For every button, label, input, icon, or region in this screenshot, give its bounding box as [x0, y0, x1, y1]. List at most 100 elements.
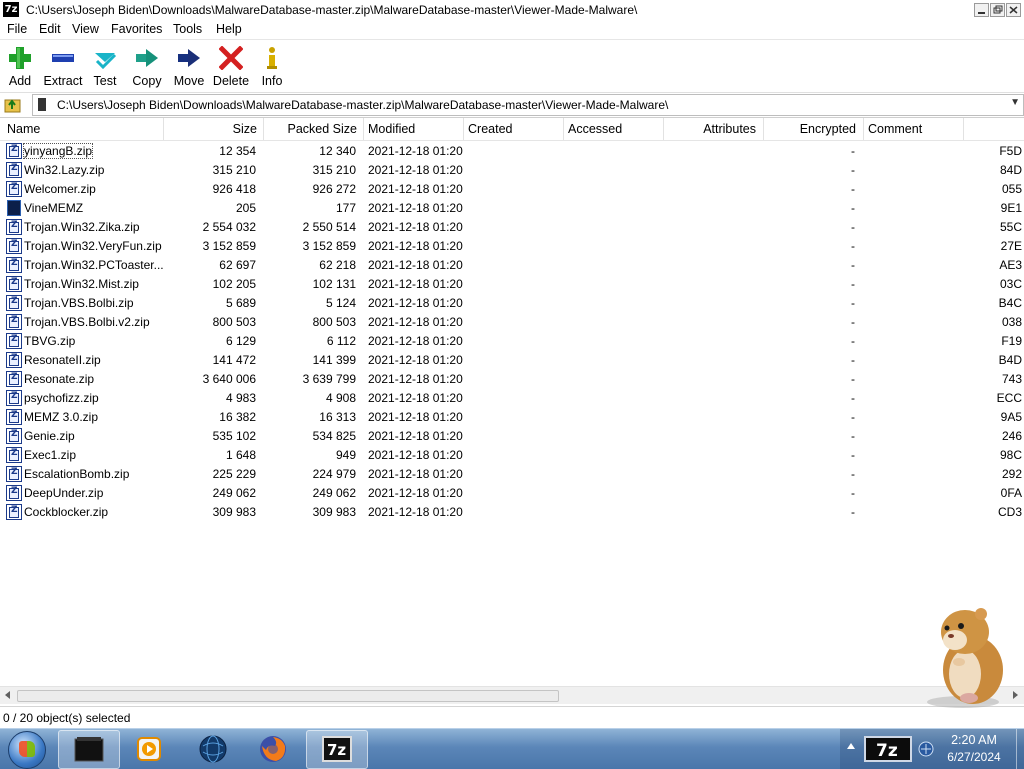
file-row[interactable]: Trojan.Win32.PCToaster... 62 697 62 218 202… [0, 256, 1024, 275]
file-row[interactable]: ResonateII.zip 141 472 141 399 2021-12-18 0… [0, 351, 1024, 370]
file-row[interactable]: DeepUnder.zip 249 062 249 062 2021-12-18 01… [0, 484, 1024, 503]
menu-view[interactable]: View [72, 22, 99, 36]
column-separator[interactable] [163, 118, 164, 140]
column-size[interactable]: Size [233, 122, 257, 136]
file-size: 3 152 859 [202, 239, 256, 253]
close-button[interactable] [1006, 3, 1021, 17]
clock-time[interactable]: 2:20 AM [938, 733, 1010, 747]
file-row[interactable]: Exec1.zip 1 648 949 2021-12-18 01:20 - 98C [0, 446, 1024, 465]
move-button[interactable]: Move [172, 44, 206, 88]
executable-file-icon [7, 200, 21, 216]
7zip-tray-icon[interactable]: 7z [864, 735, 912, 763]
menu-favorites[interactable]: Favorites [111, 22, 162, 36]
file-encrypted: - [851, 448, 855, 462]
file-packed-size: 102 131 [312, 277, 356, 291]
taskbar-firefox-button[interactable] [244, 730, 304, 767]
info-icon [267, 47, 277, 69]
file-row[interactable]: VineMEMZ 205 177 2021-12-18 01:20 - 9E1 [0, 199, 1024, 218]
chevron-down-icon[interactable]: ▼ [1010, 97, 1020, 108]
scroll-left-icon[interactable] [3, 690, 13, 700]
column-separator[interactable] [863, 118, 864, 140]
menu-file[interactable]: File [7, 22, 27, 36]
file-row[interactable]: Trojan.VBS.Bolbi.zip 5 689 5 124 2021-12-18… [0, 294, 1024, 313]
file-row[interactable]: EscalationBomb.zip 225 229 224 979 2021-12-… [0, 465, 1024, 484]
show-desktop-button[interactable] [1016, 729, 1024, 769]
copy-button[interactable]: Copy [130, 44, 164, 88]
column-name[interactable]: Name [7, 122, 40, 136]
plus-icon [9, 47, 31, 69]
delete-button[interactable]: Delete [212, 44, 250, 88]
file-row[interactable]: Welcomer.zip 926 418 926 272 2021-12-18 01:… [0, 180, 1024, 199]
file-row[interactable]: Win32.Lazy.zip 315 210 315 210 2021-12-18 0… [0, 161, 1024, 180]
clock-date[interactable]: 6/27/2024 [938, 750, 1010, 764]
address-path: C:\Users\Joseph Biden\Downloads\MalwareD… [57, 98, 669, 112]
selection-status: 0 / 20 object(s) selected [3, 711, 131, 725]
zip-file-icon [6, 466, 22, 482]
file-encrypted: - [851, 391, 855, 405]
scrollbar-thumb[interactable] [17, 690, 559, 702]
file-crc: 9A5 [1000, 410, 1022, 424]
file-name: Trojan.VBS.Bolbi.v2.zip [24, 315, 150, 329]
file-row[interactable]: Trojan.Win32.Mist.zip 102 205 102 131 2021-… [0, 275, 1024, 294]
file-row[interactable]: Resonate.zip 3 640 006 3 639 799 2021-12-18… [0, 370, 1024, 389]
taskbar-browser-button[interactable] [184, 730, 244, 767]
zip-file-icon [6, 504, 22, 520]
file-row[interactable]: TBVG.zip 6 129 6 112 2021-12-18 01:20 - F19 [0, 332, 1024, 351]
zip-file-icon [6, 352, 22, 368]
column-attributes[interactable]: Attributes [703, 122, 756, 136]
test-button[interactable]: Test [90, 44, 120, 88]
show-hidden-icons-icon[interactable] [846, 741, 856, 751]
taskbar-terminal-button[interactable] [58, 730, 120, 769]
column-comment[interactable]: Comment [868, 122, 922, 136]
column-separator[interactable] [663, 118, 664, 140]
taskbar-media-button[interactable] [120, 730, 180, 767]
info-button[interactable]: Info [258, 44, 286, 88]
column-separator[interactable] [963, 118, 964, 140]
column-separator[interactable] [463, 118, 464, 140]
file-row[interactable]: yinyangB.zip 12 354 12 340 2021-12-18 01:20… [0, 142, 1024, 161]
address-field[interactable]: C:\Users\Joseph Biden\Downloads\MalwareD… [32, 94, 1024, 116]
file-modified: 2021-12-18 01:20 [368, 182, 463, 196]
7zip-app-icon[interactable]: 7z [3, 2, 19, 17]
file-row[interactable]: Cockblocker.zip 309 983 309 983 2021-12-18 … [0, 503, 1024, 522]
file-modified: 2021-12-18 01:20 [368, 334, 463, 348]
column-separator[interactable] [563, 118, 564, 140]
file-row[interactable]: Trojan.Win32.Zika.zip 2 554 032 2 550 514 2… [0, 218, 1024, 237]
add-button[interactable]: Add [4, 44, 36, 88]
file-name: Trojan.Win32.Zika.zip [24, 220, 140, 234]
column-created[interactable]: Created [468, 122, 512, 136]
file-modified: 2021-12-18 01:20 [368, 201, 463, 215]
horizontal-scrollbar[interactable] [0, 686, 1024, 704]
start-orb-icon[interactable] [8, 731, 46, 769]
file-row[interactable]: Trojan.Win32.VeryFun.zip 3 152 859 3 152 8… [0, 237, 1024, 256]
file-name: Trojan.Win32.Mist.zip [24, 277, 139, 291]
column-packed-size[interactable]: Packed Size [288, 122, 357, 136]
extract-button[interactable]: Extract [42, 44, 84, 88]
file-size: 205 [235, 201, 256, 215]
file-size: 225 229 [212, 467, 256, 481]
scroll-right-icon[interactable] [1010, 690, 1020, 700]
column-encrypted[interactable]: Encrypted [800, 122, 856, 136]
file-row[interactable]: Genie.zip 535 102 534 825 2021-12-18 01:20 -… [0, 427, 1024, 446]
file-row[interactable]: Trojan.VBS.Bolbi.v2.zip 800 503 800 503 202… [0, 313, 1024, 332]
taskbar-7zip-button[interactable]: 7z [306, 730, 368, 769]
file-list[interactable]: yinyangB.zip 12 354 12 340 2021-12-18 01:20… [0, 142, 1024, 684]
file-crc: 038 [1001, 315, 1022, 329]
up-folder-icon[interactable] [4, 96, 21, 113]
file-row[interactable]: MEMZ 3.0.zip 16 382 16 313 2021-12-18 01:20… [0, 408, 1024, 427]
column-separator[interactable] [363, 118, 364, 140]
file-row[interactable]: psychofizz.zip 4 983 4 908 2021-12-18 01:20… [0, 389, 1024, 408]
column-separator[interactable] [763, 118, 764, 140]
file-encrypted: - [851, 505, 855, 519]
column-modified[interactable]: Modified [368, 122, 415, 136]
column-accessed[interactable]: Accessed [568, 122, 622, 136]
restore-icon [993, 5, 1003, 14]
menu-tools[interactable]: Tools [173, 22, 202, 36]
minimize-button[interactable] [974, 3, 989, 17]
menu-edit[interactable]: Edit [39, 22, 61, 36]
maximize-button[interactable] [990, 3, 1005, 17]
column-separator[interactable] [263, 118, 264, 140]
network-icon[interactable] [918, 741, 934, 757]
move-label: Move [173, 74, 205, 88]
menu-help[interactable]: Help [216, 22, 242, 36]
